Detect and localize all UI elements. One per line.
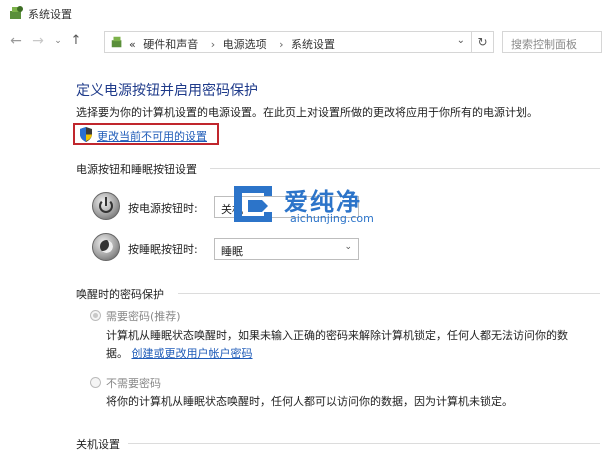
chevron-down-icon: ⌄ xyxy=(344,242,352,252)
require-password-description-line2: 据。 创建或更改用户帐户密码 xyxy=(106,345,253,361)
address-dropdown-button[interactable]: ⌄ xyxy=(457,35,465,46)
change-settings-highlight: 更改当前不可用的设置 xyxy=(73,123,219,145)
shutdown-section-title: 关机设置 xyxy=(76,438,120,451)
watermark: 爱纯净 aichunjing.com xyxy=(228,182,398,230)
title-bar: 系统设置 xyxy=(0,0,605,28)
address-bar[interactable]: « 硬件和声音 › 电源选项 › 系统设置 ⌄ ↻ xyxy=(104,31,494,53)
shield-icon xyxy=(80,127,92,142)
password-section-title: 唤醒时的密码保护 xyxy=(76,288,164,301)
create-change-password-link[interactable]: 创建或更改用户帐户密码 xyxy=(132,347,253,360)
breadcrumb-item-system-settings[interactable]: 系统设置 xyxy=(291,38,335,51)
forward-button[interactable]: → xyxy=(28,31,48,51)
page-title: 定义电源按钮并启用密码保护 xyxy=(76,83,258,99)
back-button[interactable]: ← xyxy=(6,31,26,51)
sleep-button-label: 按睡眠按钮时: xyxy=(128,243,198,256)
refresh-button[interactable]: ↻ xyxy=(471,32,493,52)
sleep-button-action-value: 睡眠 xyxy=(221,245,243,258)
recent-locations-button[interactable]: ⌄ xyxy=(48,31,68,51)
up-button[interactable]: ↑ xyxy=(66,31,86,51)
window-title: 系统设置 xyxy=(28,8,72,21)
section-divider xyxy=(178,293,600,294)
require-password-label: 需要密码(推荐) xyxy=(106,310,181,323)
control-panel-icon xyxy=(10,6,23,19)
sleep-button-icon xyxy=(92,233,120,261)
page-description: 选择要为你的计算机设置的电源设置。在此页上对设置所做的更改将应用于你所有的电源计… xyxy=(76,106,538,119)
watermark-logo-icon xyxy=(234,186,272,222)
no-password-radio[interactable] xyxy=(90,377,101,388)
breadcrumb-overflow[interactable]: « xyxy=(129,38,136,51)
require-password-description: 计算机从睡眠状态唤醒时，如果未输入正确的密码来解除计算机锁定，任何人都无法访问你… xyxy=(106,329,568,342)
power-button-icon xyxy=(92,192,120,220)
search-input[interactable]: 搜索控制面板 xyxy=(502,31,602,53)
breadcrumb-separator[interactable]: › xyxy=(279,38,283,51)
section-divider xyxy=(210,168,600,169)
require-password-description-tail: 据。 xyxy=(106,347,128,360)
navigation-bar: ← → ⌄ ↑ « 硬件和声音 › 电源选项 › 系统设置 ⌄ ↻ 搜索控制面板 xyxy=(0,28,605,56)
require-password-radio[interactable] xyxy=(90,310,101,321)
section-divider xyxy=(128,443,600,444)
change-unavailable-settings-link[interactable]: 更改当前不可用的设置 xyxy=(97,128,207,144)
breadcrumb-item-hardware-sound[interactable]: 硬件和声音 xyxy=(143,38,198,51)
power-section-title: 电源按钮和睡眠按钮设置 xyxy=(76,163,197,176)
breadcrumb-item-power-options[interactable]: 电源选项 xyxy=(223,38,267,51)
no-password-description: 将你的计算机从睡眠状态唤醒时，任何人都可以访问你的数据，因为计算机未锁定。 xyxy=(106,395,513,408)
sleep-button-action-select[interactable]: 睡眠 ⌄ xyxy=(214,238,359,260)
watermark-url: aichunjing.com xyxy=(290,212,374,225)
breadcrumb-separator[interactable]: › xyxy=(211,38,215,51)
breadcrumb: « 硬件和声音 › 电源选项 › 系统设置 xyxy=(129,36,339,52)
control-panel-icon xyxy=(111,36,122,48)
no-password-label: 不需要密码 xyxy=(106,377,161,390)
power-button-label: 按电源按钮时: xyxy=(128,202,198,215)
